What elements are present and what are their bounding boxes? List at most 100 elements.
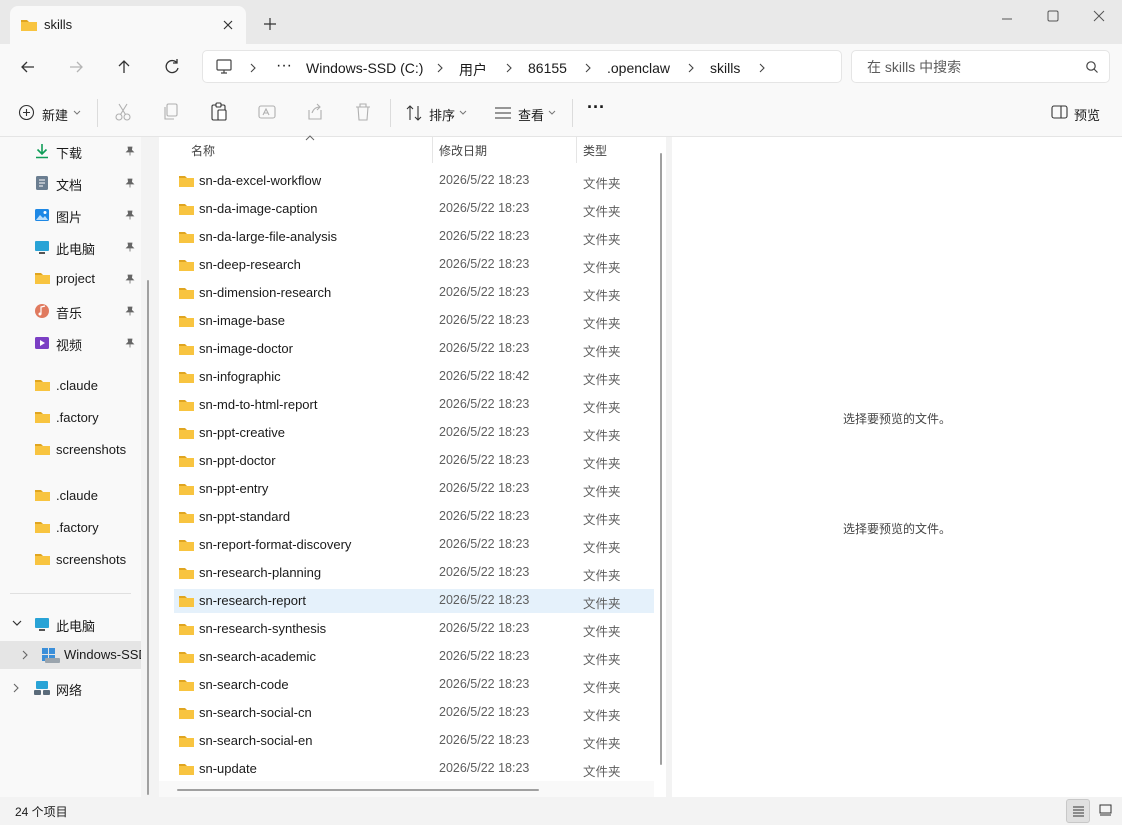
chevron-right-icon[interactable] <box>505 63 513 73</box>
file-type: 文件夹 <box>583 485 621 499</box>
breadcrumb-more[interactable]: ··· <box>276 57 292 75</box>
chevron-right-icon[interactable] <box>22 650 29 660</box>
chevron-right-icon[interactable] <box>584 63 592 73</box>
table-row[interactable]: sn-deep-research 2026/5/22 18:23 文件夹 <box>174 253 654 277</box>
file-name: sn-image-doctor <box>199 341 293 356</box>
search-icon[interactable] <box>1085 60 1099 74</box>
maximize-icon[interactable] <box>1030 4 1076 32</box>
table-row[interactable]: sn-search-social-cn 2026/5/22 18:23 文件夹 <box>174 701 654 725</box>
column-name[interactable]: 名称 <box>191 142 215 159</box>
table-row[interactable]: sn-ppt-standard 2026/5/22 18:23 文件夹 <box>174 505 654 529</box>
sidebar-item-claude[interactable]: .claude <box>0 482 141 510</box>
paste-button[interactable] <box>210 102 230 124</box>
file-name: sn-infographic <box>199 369 281 384</box>
column-divider[interactable] <box>432 137 433 163</box>
chevron-down-icon[interactable] <box>12 620 22 627</box>
view-button[interactable]: 查看 <box>494 102 558 124</box>
chevron-right-icon[interactable] <box>13 683 20 693</box>
more-options-button[interactable]: ··· <box>587 97 609 119</box>
table-row[interactable]: sn-image-base 2026/5/22 18:23 文件夹 <box>174 309 654 333</box>
search-box[interactable] <box>851 50 1110 83</box>
cut-button[interactable] <box>114 102 134 124</box>
horizontal-scrollbar[interactable] <box>177 789 539 791</box>
sidebar-item-downloads[interactable]: 下载 <box>0 137 141 165</box>
minimize-icon[interactable] <box>984 4 1030 32</box>
refresh-button[interactable] <box>157 52 187 82</box>
sidebar-item-claude[interactable]: .claude <box>0 372 141 400</box>
tree-item-windows-ssd[interactable]: Windows-SSD <box>0 641 141 669</box>
file-date: 2026/5/22 18:23 <box>439 481 530 495</box>
close-icon[interactable] <box>1076 4 1122 32</box>
table-row[interactable]: sn-research-planning 2026/5/22 18:23 文件夹 <box>174 561 654 585</box>
column-divider[interactable] <box>576 137 577 163</box>
rename-button[interactable] <box>258 102 278 124</box>
table-row[interactable]: sn-dimension-research 2026/5/22 18:23 文件夹 <box>174 281 654 305</box>
table-row[interactable]: sn-ppt-doctor 2026/5/22 18:23 文件夹 <box>174 449 654 473</box>
table-row[interactable]: sn-report-format-discovery 2026/5/22 18:2… <box>174 533 654 557</box>
sidebar-item-screenshots[interactable]: screenshots <box>0 436 141 464</box>
breadcrumb-users[interactable]: 用户 <box>459 60 487 80</box>
vertical-scrollbar[interactable] <box>660 153 662 765</box>
table-row[interactable]: sn-image-doctor 2026/5/22 18:23 文件夹 <box>174 337 654 361</box>
pin-icon <box>125 338 135 348</box>
sort-button[interactable]: 排序 <box>405 102 469 124</box>
chevron-down-icon <box>459 110 467 116</box>
tiles-view-button[interactable] <box>1094 799 1118 823</box>
file-date: 2026/5/22 18:23 <box>439 201 530 215</box>
breadcrumb-drive[interactable]: Windows-SSD (C:) <box>306 60 423 76</box>
table-row[interactable]: sn-da-excel-workflow 2026/5/22 18:23 文件夹 <box>174 169 654 193</box>
sidebar-item-project[interactable]: project <box>0 265 141 293</box>
sidebar-item-videos[interactable]: 视频 <box>0 329 141 357</box>
computer-icon[interactable] <box>215 59 233 75</box>
table-row[interactable]: sn-search-social-en 2026/5/22 18:23 文件夹 <box>174 729 654 753</box>
sidebar-item-factory[interactable]: .factory <box>0 404 141 432</box>
share-button[interactable] <box>306 102 326 124</box>
table-row[interactable]: sn-md-to-html-report 2026/5/22 18:23 文件夹 <box>174 393 654 417</box>
back-button[interactable] <box>13 52 43 82</box>
chevron-right-icon[interactable] <box>758 63 766 73</box>
table-row[interactable]: sn-ppt-creative 2026/5/22 18:23 文件夹 <box>174 421 654 445</box>
table-row[interactable]: sn-update 2026/5/22 18:23 文件夹 <box>174 757 654 781</box>
file-name: sn-research-planning <box>199 565 322 580</box>
table-row[interactable]: sn-da-image-caption 2026/5/22 18:23 文件夹 <box>174 197 654 221</box>
preview-pane-button[interactable]: 预览 <box>1051 102 1103 124</box>
sidebar-item-music[interactable]: 音乐 <box>0 297 141 325</box>
chevron-right-icon[interactable] <box>687 63 695 73</box>
breadcrumb-openclaw[interactable]: .openclaw <box>607 60 670 76</box>
tab-skills[interactable]: skills <box>10 6 246 44</box>
sidebar-item-documents[interactable]: 文档 <box>0 169 141 197</box>
table-row[interactable]: sn-research-synthesis 2026/5/22 18:23 文件夹 <box>174 617 654 641</box>
delete-button[interactable] <box>354 102 374 124</box>
column-date[interactable]: 修改日期 <box>439 142 487 159</box>
tree-item-this-pc[interactable]: 此电脑 <box>0 610 141 638</box>
sidebar-item-factory[interactable]: .factory <box>0 514 141 542</box>
tree-item-network[interactable]: 网络 <box>0 674 141 702</box>
table-row[interactable]: sn-ppt-entry 2026/5/22 18:23 文件夹 <box>174 477 654 501</box>
file-date: 2026/5/22 18:23 <box>439 593 530 607</box>
sidebar-item-screenshots[interactable]: screenshots <box>0 546 141 574</box>
table-row[interactable]: sn-research-report 2026/5/22 18:23 文件夹 <box>174 589 654 613</box>
table-row[interactable]: sn-da-large-file-analysis 2026/5/22 18:23… <box>174 225 654 249</box>
sidebar-scrollbar[interactable] <box>147 280 149 795</box>
file-type: 文件夹 <box>583 261 621 275</box>
details-view-button[interactable] <box>1066 799 1090 823</box>
table-row[interactable]: sn-search-code 2026/5/22 18:23 文件夹 <box>174 673 654 697</box>
up-button[interactable] <box>109 52 139 82</box>
forward-button[interactable] <box>61 52 91 82</box>
new-tab-button[interactable] <box>258 12 282 36</box>
column-type[interactable]: 类型 <box>583 142 607 159</box>
address-bar[interactable]: ··· Windows-SSD (C:) 用户 86155 .openclaw … <box>202 50 842 83</box>
breadcrumb-user[interactable]: 86155 <box>528 60 567 76</box>
file-name: sn-deep-research <box>199 257 301 272</box>
table-row[interactable]: sn-infographic 2026/5/22 18:42 文件夹 <box>174 365 654 389</box>
chevron-right-icon[interactable] <box>249 63 257 73</box>
sidebar-item-pictures[interactable]: 图片 <box>0 201 141 229</box>
search-input[interactable] <box>865 58 1079 76</box>
chevron-right-icon[interactable] <box>436 63 444 73</box>
breadcrumb-skills[interactable]: skills <box>710 60 740 76</box>
copy-button[interactable] <box>162 102 182 124</box>
tab-close-icon[interactable] <box>218 15 238 35</box>
sidebar-item-this-pc[interactable]: 此电脑 <box>0 233 141 261</box>
new-button[interactable]: 新建 <box>18 102 82 124</box>
table-row[interactable]: sn-search-academic 2026/5/22 18:23 文件夹 <box>174 645 654 669</box>
